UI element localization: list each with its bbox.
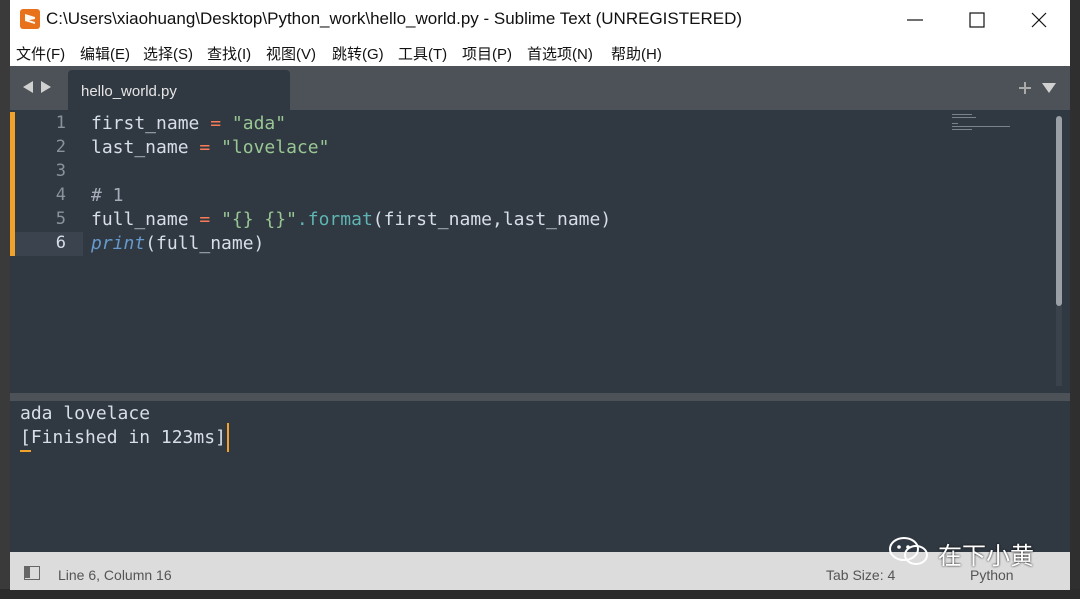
tab-label: hello_world.py bbox=[81, 83, 177, 100]
sublime-window: C:\Users\xiaohuang\Desktop\Python_work\h… bbox=[10, 0, 1070, 590]
watermark-text: 在下小黄 bbox=[938, 543, 1034, 570]
menu-selection[interactable]: 选择(S) bbox=[143, 43, 193, 64]
code-editor[interactable]: 1 2 3 4 5 6 first_name = "ada" last_name… bbox=[10, 110, 1070, 393]
token-args: (full_name) bbox=[145, 233, 265, 254]
menu-find[interactable]: 查找(I) bbox=[207, 43, 251, 64]
chevron-down-icon[interactable] bbox=[1042, 83, 1056, 93]
menu-help[interactable]: 帮助(H) bbox=[611, 43, 662, 64]
text-cursor bbox=[227, 423, 229, 452]
tab-next-icon[interactable] bbox=[40, 80, 52, 94]
code-line-6: print(full_name) bbox=[91, 233, 264, 254]
minimize-button[interactable] bbox=[892, 4, 938, 34]
tab-bar: hello_world.py bbox=[10, 66, 1070, 110]
tab-hello-world[interactable]: hello_world.py bbox=[68, 70, 290, 110]
token-builtin: print bbox=[91, 233, 146, 254]
line-number: 3 bbox=[55, 161, 66, 181]
panel-divider[interactable] bbox=[10, 393, 1070, 401]
sublime-logo-icon bbox=[20, 9, 40, 29]
editor-scrollbar-track[interactable] bbox=[1056, 306, 1062, 386]
cursor-position: Line 6, Column 16 bbox=[58, 567, 172, 583]
maximize-icon bbox=[969, 12, 985, 28]
background-strip bbox=[0, 0, 10, 599]
token-string: "{} {}" bbox=[221, 209, 297, 230]
background-bottom bbox=[0, 589, 1080, 599]
output-line-1: ada lovelace bbox=[20, 403, 151, 424]
menu-preferences[interactable]: 首选项(N) bbox=[527, 43, 593, 64]
editor-scrollbar-thumb[interactable] bbox=[1056, 116, 1062, 306]
token-comment: # 1 bbox=[91, 185, 124, 206]
minimize-icon bbox=[907, 19, 923, 21]
output-line-2: [Finished in 123ms] bbox=[20, 427, 226, 448]
menu-project[interactable]: 项目(P) bbox=[462, 43, 512, 64]
code-line-5: full_name = "{} {}".format(first_name,la… bbox=[91, 209, 611, 230]
token-variable: full_name bbox=[91, 209, 189, 230]
token-string: "lovelace" bbox=[221, 137, 330, 158]
build-output-panel[interactable]: ada lovelace [Finished in 123ms] bbox=[10, 401, 1070, 552]
token-variable: first_name bbox=[91, 113, 200, 134]
token-string: "ada" bbox=[231, 113, 287, 134]
maximize-button[interactable] bbox=[954, 4, 1000, 34]
token-variable: last_name bbox=[91, 137, 189, 158]
line-number: 4 bbox=[55, 185, 66, 205]
plus-icon[interactable] bbox=[1018, 81, 1032, 95]
close-button[interactable] bbox=[1016, 4, 1062, 34]
bracket-match-highlight bbox=[20, 450, 31, 452]
minimap[interactable] bbox=[952, 112, 1022, 132]
line-number-gutter: 1 2 3 4 5 6 bbox=[10, 110, 83, 393]
close-icon bbox=[1031, 12, 1047, 28]
menu-tools[interactable]: 工具(T) bbox=[398, 43, 447, 64]
tab-prev-icon[interactable] bbox=[22, 80, 34, 94]
line-number-active: 6 bbox=[55, 233, 66, 253]
line-number: 5 bbox=[55, 209, 66, 229]
tab-size-selector[interactable]: Tab Size: 4 bbox=[826, 567, 895, 583]
titlebar: C:\Users\xiaohuang\Desktop\Python_work\h… bbox=[10, 0, 1070, 38]
token-args: (first_name,last_name) bbox=[372, 209, 612, 230]
token-operator: = bbox=[188, 137, 222, 158]
panel-toggle-icon[interactable] bbox=[24, 566, 40, 580]
code-line-1: first_name = "ada" bbox=[91, 113, 286, 134]
line-number: 2 bbox=[55, 137, 66, 157]
wechat-icon bbox=[889, 537, 928, 565]
token-method: .format bbox=[296, 209, 373, 230]
token-operator: = bbox=[199, 113, 232, 134]
line-number: 1 bbox=[55, 113, 66, 133]
menu-goto[interactable]: 跳转(G) bbox=[332, 43, 384, 64]
token-operator: = bbox=[188, 209, 222, 230]
menu-file[interactable]: 文件(F) bbox=[16, 43, 65, 64]
menu-view[interactable]: 视图(V) bbox=[266, 43, 316, 64]
window-title: C:\Users\xiaohuang\Desktop\Python_work\h… bbox=[46, 9, 743, 28]
code-line-4: # 1 bbox=[91, 185, 124, 206]
code-line-2: last_name = "lovelace" bbox=[91, 137, 329, 158]
menubar: 文件(F) 编辑(E) 选择(S) 查找(I) 视图(V) 跳转(G) 工具(T… bbox=[10, 38, 1070, 66]
menu-edit[interactable]: 编辑(E) bbox=[80, 43, 130, 64]
